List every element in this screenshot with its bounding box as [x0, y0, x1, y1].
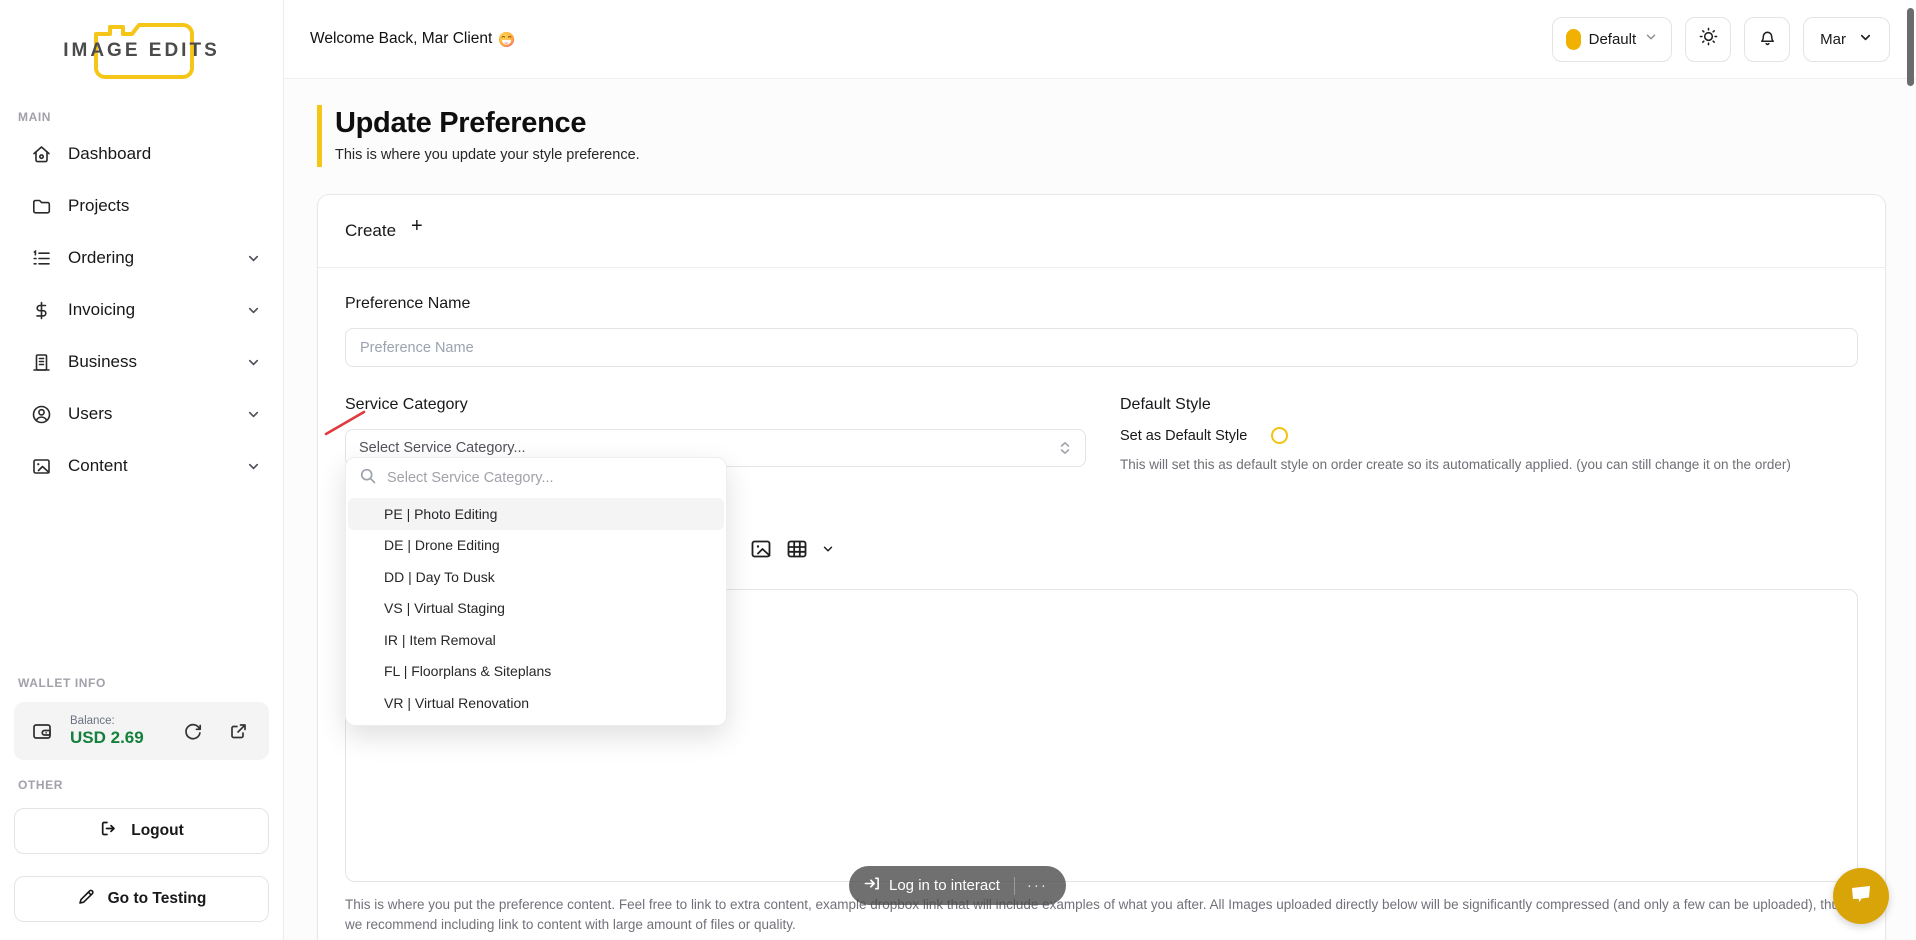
page-subtitle: This is where you update your style pref… [335, 147, 1916, 163]
logout-icon [99, 819, 118, 843]
dropdown-search[interactable]: Select Service Category... [346, 458, 726, 498]
chat-bubble-icon [1847, 880, 1875, 913]
table-icon[interactable] [785, 537, 809, 561]
theme-selector[interactable]: Default [1552, 17, 1673, 62]
theme-color-swatch [1566, 29, 1581, 50]
home-icon [30, 143, 52, 165]
card-body: Preference Name Service Category Select … [318, 268, 1885, 940]
scrollbar-thumb[interactable] [1907, 8, 1914, 86]
dropdown-option-floorplans[interactable]: FL | Floorplans & Siteplans [348, 656, 724, 688]
sidebar-section-other: OTHER [18, 778, 283, 792]
go-to-testing-button[interactable]: Go to Testing [14, 876, 269, 922]
sidebar-section-wallet: WALLET INFO [18, 676, 283, 690]
sidebar-item-label: Content [68, 456, 128, 476]
sidebar-item-label: Dashboard [68, 144, 151, 164]
sidebar-item-users[interactable]: Users [10, 388, 273, 440]
building-icon [30, 351, 52, 373]
dollar-icon [30, 299, 52, 321]
sidebar-item-label: Invoicing [68, 300, 135, 320]
app-logo[interactable]: IMAGE EDITS [0, 0, 283, 92]
smiley-emoji [498, 31, 515, 48]
sidebar-item-label: Ordering [68, 248, 134, 268]
chevron-down-icon [1644, 30, 1658, 48]
chat-widget-button[interactable] [1833, 868, 1889, 924]
preference-name-input[interactable] [345, 328, 1858, 367]
top-header: Welcome Back, Mar Client Default [284, 0, 1916, 79]
page-title: Update Preference [335, 107, 1916, 140]
sidebar-item-ordering[interactable]: Ordering [10, 232, 273, 284]
login-to-interact-button[interactable]: Log in to interact ··· [849, 866, 1066, 905]
dropdown-search-placeholder: Select Service Category... [387, 470, 554, 486]
default-style-help: This will set this as default style on o… [1120, 457, 1858, 472]
wallet-icon [30, 719, 54, 743]
add-icon[interactable]: + [411, 215, 423, 238]
sidebar-item-projects[interactable]: Projects [10, 180, 273, 232]
go-to-testing-label: Go to Testing [108, 890, 207, 908]
service-category-label: Service Category [345, 396, 1086, 414]
chevron-down-icon[interactable] [821, 542, 835, 556]
logout-label: Logout [131, 822, 184, 840]
preference-card: Create + Preference Name Service Categor… [317, 194, 1886, 940]
login-label: Log in to interact [889, 877, 1000, 894]
sidebar-item-label: Projects [68, 196, 129, 216]
chevron-down-icon [1858, 30, 1873, 49]
logout-button[interactable]: Logout [14, 808, 269, 854]
image-icon [30, 455, 52, 477]
login-arrow-icon [863, 875, 880, 897]
chevron-down-icon [246, 459, 261, 474]
sidebar-item-invoicing[interactable]: Invoicing [10, 284, 273, 336]
dropdown-option-virtual-renovation[interactable]: VR | Virtual Renovation [348, 687, 724, 719]
sidebar-nav: Dashboard Projects Ordering Invoicing [0, 128, 283, 492]
bell-icon [1757, 26, 1778, 52]
ordered-list-icon [30, 247, 52, 269]
default-style-title: Default Style [1120, 396, 1858, 414]
preference-name-label: Preference Name [345, 295, 1858, 313]
updown-chevron-icon [1058, 440, 1072, 456]
more-options-button[interactable]: ··· [1015, 877, 1060, 894]
image-upload-icon[interactable] [749, 537, 773, 561]
service-category-value: Select Service Category... [359, 440, 526, 456]
card-header: Create + [318, 195, 1885, 268]
sun-icon [1698, 26, 1719, 52]
notifications-button[interactable] [1744, 17, 1790, 62]
sidebar-item-content[interactable]: Content [10, 440, 273, 492]
chevron-down-icon [246, 251, 261, 266]
theme-label: Default [1589, 31, 1637, 48]
default-style-radio[interactable] [1271, 427, 1288, 444]
folder-icon [30, 195, 52, 217]
theme-toggle-button[interactable] [1685, 17, 1731, 62]
dropdown-option-item-removal[interactable]: IR | Item Removal [348, 624, 724, 656]
external-link-icon[interactable] [228, 721, 249, 742]
chevron-down-icon [246, 407, 261, 422]
sidebar-item-business[interactable]: Business [10, 336, 273, 388]
service-category-dropdown: Select Service Category... PE | Photo Ed… [345, 457, 727, 726]
chevron-down-icon [246, 303, 261, 318]
user-menu[interactable]: Mar [1803, 17, 1890, 62]
user-name: Mar [1820, 31, 1846, 48]
dropdown-option-day-to-dusk[interactable]: DD | Day To Dusk [348, 561, 724, 593]
search-icon [359, 467, 377, 490]
balance-value: USD 2.69 [70, 728, 144, 748]
dropdown-option-virtual-staging[interactable]: VS | Virtual Staging [348, 593, 724, 625]
wallet-card: Balance: USD 2.69 [14, 702, 269, 760]
logo-text: IMAGE EDITS [52, 40, 232, 62]
chevron-down-icon [246, 355, 261, 370]
sidebar: IMAGE EDITS MAIN Dashboard Projects Orde… [0, 0, 284, 940]
user-circle-icon [30, 403, 52, 425]
balance-label: Balance: [70, 715, 144, 727]
welcome-message: Welcome Back, Mar Client [310, 30, 515, 48]
set-default-style-label: Set as Default Style [1120, 428, 1247, 444]
sidebar-item-dashboard[interactable]: Dashboard [10, 128, 273, 180]
page-heading: Update Preference This is where you upda… [317, 105, 1916, 167]
content-help-text: This is where you put the preference con… [345, 895, 1858, 936]
sidebar-item-label: Business [68, 352, 137, 372]
sidebar-section-main: MAIN [18, 110, 283, 124]
dropdown-option-photo-editing[interactable]: PE | Photo Editing [348, 498, 724, 530]
dropdown-option-drone-editing[interactable]: DE | Drone Editing [348, 530, 724, 562]
refresh-icon[interactable] [182, 720, 204, 742]
pen-icon [77, 888, 95, 911]
create-title: Create [345, 221, 396, 241]
sidebar-item-label: Users [68, 404, 112, 424]
